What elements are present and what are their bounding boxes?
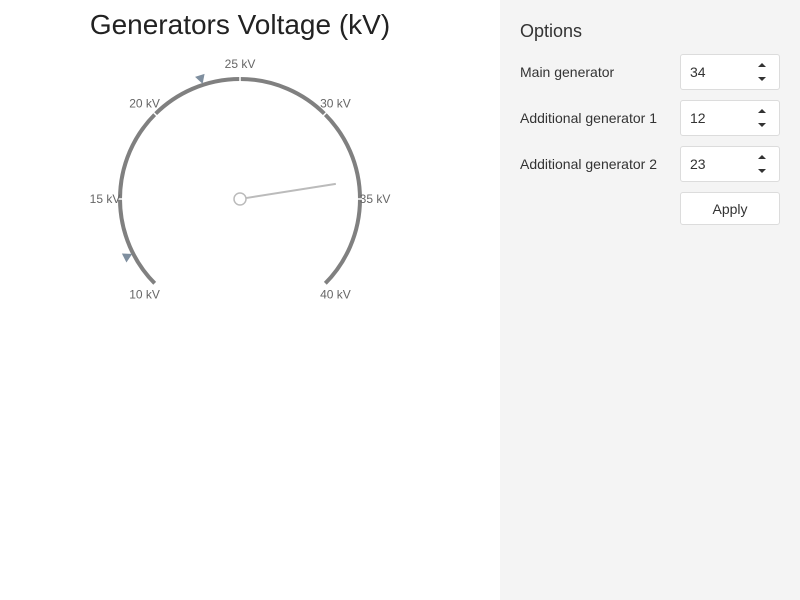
- option-row-additional-generator-2: Additional generator 2 23: [520, 146, 780, 182]
- main-generator-input[interactable]: 34: [680, 54, 780, 90]
- main-generator-value[interactable]: 34: [690, 55, 706, 89]
- main-generator-label: Main generator: [520, 64, 615, 80]
- additional-generator-2-value[interactable]: 23: [690, 147, 706, 181]
- gauge-tick-label-15: 15 kV: [90, 192, 121, 206]
- option-row-main-generator: Main generator 34: [520, 54, 780, 90]
- additional-generator-2-input[interactable]: 23: [680, 146, 780, 182]
- additional-generator-1-increment-icon[interactable]: [753, 104, 771, 118]
- additional-generator-2-decrement-icon[interactable]: [753, 164, 771, 178]
- additional-generator-1-value[interactable]: 12: [690, 101, 706, 135]
- gauge-tick-label-40: 40 kV: [320, 287, 351, 301]
- gauge-tick-label-25: 25 kV: [225, 57, 256, 71]
- gauge-title: Generators Voltage (kV): [89, 9, 391, 40]
- options-panel: Options Main generator 34 Additional gen…: [500, 0, 800, 600]
- main-generator-decrement-icon[interactable]: [753, 72, 771, 86]
- voltage-gauge: 10 kV 15 kV 20 kV 25 kV 30 kV 35 kV 40 kV: [90, 57, 391, 301]
- gauge-tick-label-35: 35 kV: [360, 192, 391, 206]
- gauge-marker-2-icon: [195, 73, 205, 84]
- option-row-additional-generator-1: Additional generator 1 12: [520, 100, 780, 136]
- main-generator-increment-icon[interactable]: [753, 58, 771, 72]
- additional-generator-1-input[interactable]: 12: [680, 100, 780, 136]
- options-title: Options: [520, 21, 583, 41]
- additional-generator-1-label: Additional generator 1: [520, 110, 657, 126]
- gauge-tick-label-10: 10 kV: [129, 287, 160, 301]
- additional-generator-2-label: Additional generator 2: [520, 156, 657, 172]
- gauge-tick-label-20: 20 kV: [129, 97, 160, 111]
- gauge-marker-1-icon: [121, 253, 133, 263]
- gauge-needle: [245, 182, 336, 200]
- additional-generator-1-decrement-icon[interactable]: [753, 118, 771, 132]
- apply-button[interactable]: Apply: [680, 192, 780, 225]
- gauge-panel: 10 kV 15 kV 20 kV 25 kV 30 kV 35 kV 40 kV Gene…: [0, 0, 500, 600]
- generators-voltage-app: 10 kV 15 kV 20 kV 25 kV 30 kV 35 kV 40 kV Gene…: [0, 0, 800, 600]
- gauge-needle-hub: [233, 192, 247, 206]
- additional-generator-2-increment-icon[interactable]: [753, 150, 771, 164]
- gauge-tick-label-30: 30 kV: [320, 97, 351, 111]
